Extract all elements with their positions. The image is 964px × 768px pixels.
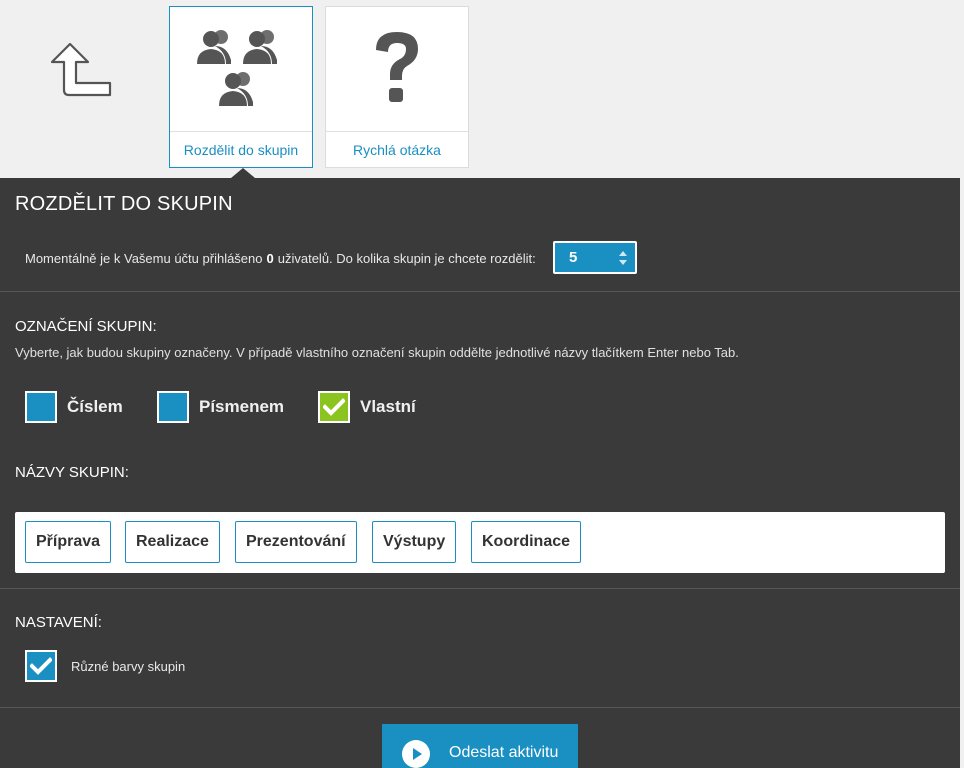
divider	[0, 707, 960, 708]
group-name-tag[interactable]: Prezentování	[235, 521, 357, 563]
tile-label: Rychlá otázka	[326, 131, 468, 167]
submit-activity-button[interactable]: Odeslat aktivitu	[382, 724, 578, 768]
option-label: Číslem	[67, 397, 123, 416]
group-count-select[interactable]: 5	[553, 241, 637, 274]
setting-label: Různé barvy skupin	[71, 658, 186, 674]
option-custom[interactable]: Vlastní	[318, 391, 416, 423]
split-groups-panel: ROZDĚLIT DO SKUPIN Momentálně je k Vašem…	[0, 178, 960, 768]
divider	[0, 291, 960, 292]
info-prefix: Momentálně je k Vašemu účtu přihlášeno	[25, 250, 263, 266]
labeling-description: Vyberte, jak budou skupiny označeny. V p…	[15, 345, 739, 360]
groups-icon	[170, 7, 312, 133]
option-label: Písmenem	[199, 397, 285, 416]
settings-heading: NASTAVENÍ:	[15, 614, 102, 631]
back-arrow-icon[interactable]	[48, 40, 114, 100]
logged-users-count: 0	[266, 250, 274, 266]
info-suffix: uživatelů. Do kolika skupin je chcete ro…	[277, 250, 536, 266]
group-count-value: 5	[569, 249, 578, 266]
checkmark-icon	[30, 657, 52, 675]
group-name-tag[interactable]: Realizace	[125, 521, 220, 563]
labeling-heading: OZNAČENÍ SKUPIN:	[15, 318, 157, 335]
question-icon	[326, 7, 468, 133]
option-letter[interactable]: Písmenem	[157, 391, 284, 423]
divider	[0, 588, 960, 589]
group-name-tag[interactable]: Koordinace	[471, 521, 582, 563]
panel-title: ROZDĚLIT DO SKUPIN	[15, 193, 233, 215]
option-number[interactable]: Číslem	[25, 391, 123, 423]
submit-label: Odeslat aktivitu	[449, 744, 559, 761]
checkmark-icon	[323, 398, 345, 416]
checkbox[interactable]	[25, 650, 57, 682]
option-label: Vlastní	[360, 397, 416, 416]
checkbox[interactable]	[25, 391, 57, 423]
checkbox[interactable]	[318, 391, 350, 423]
tile-quick-question[interactable]: Rychlá otázka	[325, 6, 469, 168]
group-names-input[interactable]: Příprava Realizace Prezentování Výstupy …	[15, 512, 945, 573]
names-heading: NÁZVY SKUPIN:	[15, 464, 129, 481]
select-arrows-icon	[619, 251, 627, 265]
group-name-tag[interactable]: Příprava	[25, 521, 112, 563]
checkbox[interactable]	[157, 391, 189, 423]
active-tile-pointer	[231, 168, 255, 178]
setting-different-colors[interactable]: Různé barvy skupin	[25, 650, 185, 682]
tile-split-groups[interactable]: Rozdělit do skupin	[169, 6, 313, 168]
play-icon	[402, 740, 430, 768]
logged-users-info: Momentálně je k Vašemu účtu přihlášeno 0…	[25, 242, 536, 274]
tile-label: Rozdělit do skupin	[170, 131, 312, 167]
group-name-tag[interactable]: Výstupy	[372, 521, 457, 563]
